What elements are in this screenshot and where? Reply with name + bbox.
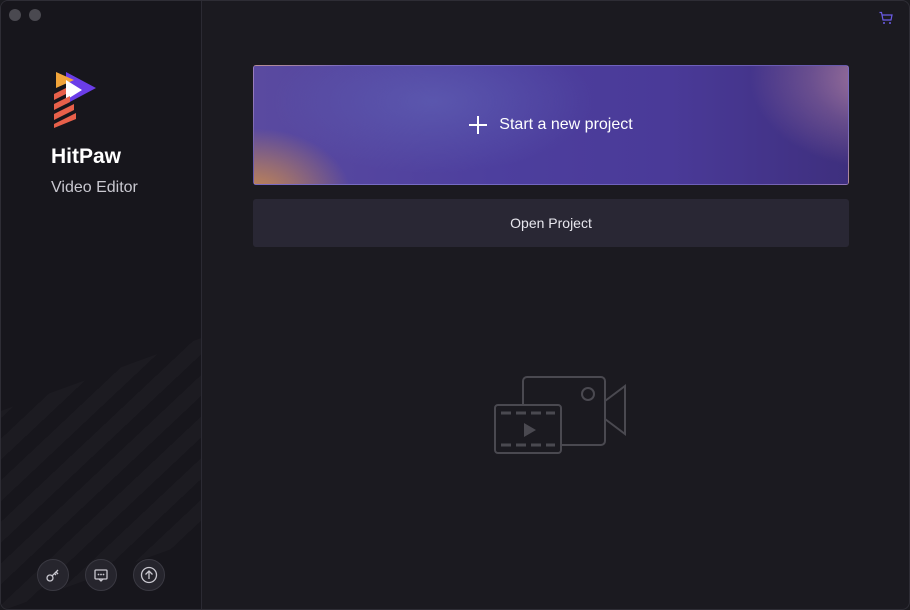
product-name: Video Editor <box>51 179 138 196</box>
plus-icon <box>469 116 488 134</box>
key-icon <box>46 569 59 582</box>
hitpaw-logo-icon <box>54 72 96 128</box>
open-project-label: Open Project <box>510 215 592 231</box>
upgrade-button[interactable] <box>133 559 165 591</box>
video-camera-placeholder-icon <box>494 376 626 454</box>
sidebar: HitPaw Video Editor <box>1 1 202 609</box>
minimize-window-button[interactable] <box>29 9 41 21</box>
start-new-project-label: Start a new project <box>499 116 633 133</box>
upgrade-arrow-icon <box>140 566 158 584</box>
start-new-project-button[interactable]: Start a new project <box>253 65 849 185</box>
brand-name: HitPaw <box>51 145 122 168</box>
open-project-button[interactable]: Open Project <box>253 199 849 247</box>
window-controls <box>9 9 41 21</box>
app-window: HitPaw Video Editor Start a new project … <box>0 0 910 610</box>
feedback-icon <box>94 569 108 582</box>
license-key-button[interactable] <box>37 559 69 591</box>
cart-icon[interactable] <box>879 11 893 25</box>
sidebar-actions <box>37 559 165 591</box>
feedback-button[interactable] <box>85 559 117 591</box>
close-window-button[interactable] <box>9 9 21 21</box>
